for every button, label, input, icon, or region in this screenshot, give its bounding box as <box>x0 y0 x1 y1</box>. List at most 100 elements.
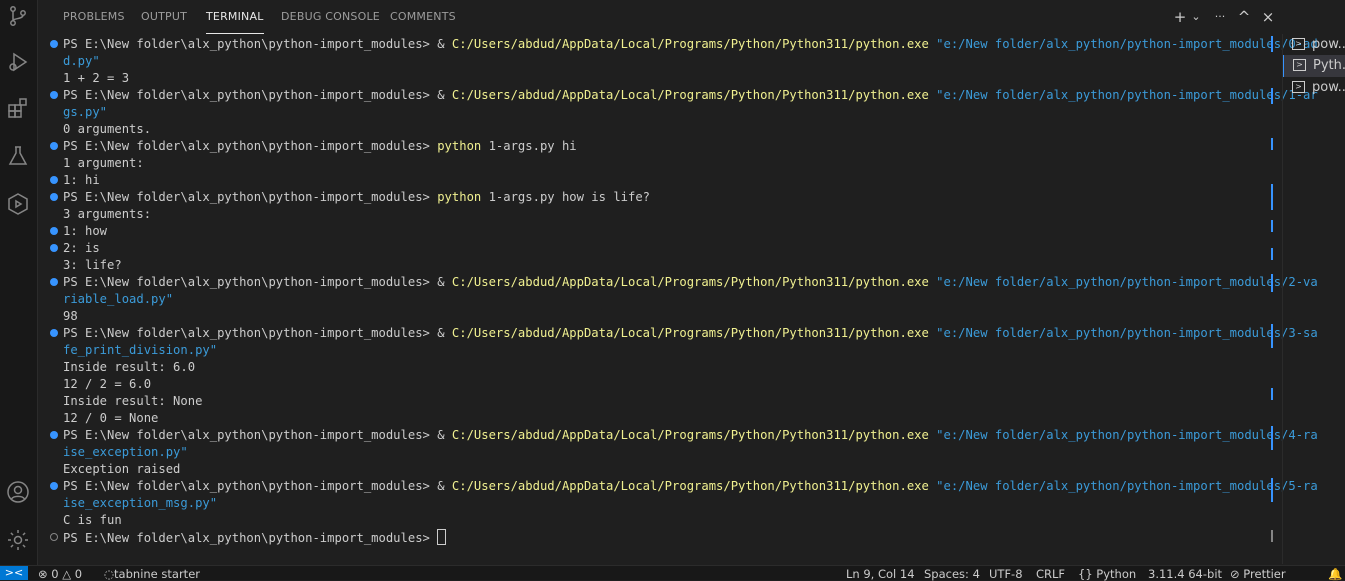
status-bar: >< ⊗ 0 △ 0 ◌tabnine starter Ln 9, Col 14… <box>0 565 1345 581</box>
extensions-icon[interactable] <box>6 96 30 120</box>
terminal-text: python <box>437 139 482 153</box>
terminal-text: 1-args.py hi <box>481 139 577 153</box>
command-decoration-icon[interactable] <box>50 329 58 337</box>
terminal-line: C is fun <box>63 512 122 529</box>
tab-output[interactable]: OUTPUT <box>141 10 187 34</box>
more-actions-icon[interactable]: ··· <box>1210 7 1230 27</box>
terminal-line: 1: hi <box>63 172 100 189</box>
command-decoration-icon[interactable] <box>50 176 58 184</box>
account-icon[interactable] <box>6 480 30 504</box>
terminal-text: PS E:\New folder\alx_python\python-impor… <box>63 37 452 51</box>
terminal-text: PS E:\New folder\alx_python\python-impor… <box>63 275 452 289</box>
command-decoration-icon[interactable] <box>50 91 58 99</box>
terminal-text: C:/Users/abdud/AppData/Local/Programs/Py… <box>451 479 929 493</box>
ruler-mark <box>1271 324 1273 348</box>
tab-problems[interactable]: PROBLEMS <box>63 10 125 34</box>
run-debug-icon[interactable] <box>6 50 30 74</box>
command-decoration-icon[interactable] <box>50 142 58 150</box>
terminal-text: fe_print_division.py" <box>63 343 218 357</box>
terminal-text: PS E:\New folder\alx_python\python-impor… <box>63 139 438 153</box>
command-decoration-icon[interactable] <box>50 533 58 541</box>
terminal-line: PS E:\New folder\alx_python\python-impor… <box>63 87 1318 104</box>
ruler-mark <box>1271 220 1273 232</box>
terminal-line: PS E:\New folder\alx_python\python-impor… <box>63 325 1318 342</box>
terminal-line: PS E:\New folder\alx_python\python-impor… <box>63 36 1318 53</box>
terminal-tab-python[interactable]: > Pyth... <box>1283 55 1345 77</box>
terminal-line: 1: how <box>63 223 107 240</box>
terminal-tab-powershell-2[interactable]: > pow... <box>1283 77 1345 99</box>
tab-debug-console[interactable]: DEBUG CONSOLE <box>281 10 380 34</box>
terminal-line: PS E:\New folder\alx_python\python-impor… <box>63 189 650 206</box>
terminal-text: C:/Users/abdud/AppData/Local/Programs/Py… <box>451 275 929 289</box>
terminal-tab-list: > pow... > Pyth... > pow... <box>1282 34 1345 564</box>
terminal-line: fe_print_division.py" <box>63 342 217 359</box>
terminal-text: C:/Users/abdud/AppData/Local/Programs/Py… <box>451 88 929 102</box>
terminal-output[interactable]: PS E:\New folder\alx_python\python-impor… <box>38 34 1318 564</box>
terminal-line: Inside result: None <box>63 393 202 410</box>
terminal-text: "e:/New folder/alx_python/python-import_… <box>936 479 1318 493</box>
source-control-icon[interactable] <box>6 4 30 28</box>
terminal-prompt-icon: > <box>1292 38 1305 50</box>
terminal-line: 12 / 0 = None <box>63 410 158 427</box>
command-decoration-icon[interactable] <box>50 482 58 490</box>
remote-indicator-icon[interactable]: >< <box>0 566 28 580</box>
terminal-line: Inside result: 6.0 <box>63 359 195 376</box>
tab-terminal[interactable]: TERMINAL <box>206 10 264 34</box>
terminal-cursor <box>437 529 447 545</box>
ruler-mark <box>1271 36 1273 52</box>
terminal-line: ise_exception.py" <box>63 444 188 461</box>
terminal-text: "e:/New folder/alx_python/python-import_… <box>936 88 1318 102</box>
command-decoration-icon[interactable] <box>50 244 58 252</box>
terminal-text: PS E:\New folder\alx_python\python-impor… <box>63 428 452 442</box>
terminal-line: 98 <box>63 308 78 325</box>
terminal-text: 98 <box>63 309 78 323</box>
command-decoration-icon[interactable] <box>50 227 58 235</box>
remote-explorer-icon[interactable] <box>6 192 30 216</box>
terminal-text: PS E:\New folder\alx_python\python-impor… <box>63 88 452 102</box>
terminal-line: PS E:\New folder\alx_python\python-impor… <box>63 529 447 546</box>
terminal-line: d.py" <box>63 53 100 70</box>
terminal-text: gs.py" <box>63 105 108 119</box>
tab-comments[interactable]: COMMENTS <box>390 10 456 34</box>
terminal-text: Inside result: None <box>63 394 203 408</box>
terminal-text: "e:/New folder/alx_python/python-import_… <box>936 275 1318 289</box>
terminal-text: 1: how <box>63 224 108 238</box>
terminal-line: PS E:\New folder\alx_python\python-impor… <box>63 138 577 155</box>
command-decoration-icon[interactable] <box>50 40 58 48</box>
terminal-text: 12 / 2 = 6.0 <box>63 377 152 391</box>
terminal-overview-ruler <box>1271 34 1274 564</box>
terminal-line: 1 argument: <box>63 155 144 172</box>
terminal-text: d.py" <box>63 54 100 68</box>
terminal-line: 0 arguments. <box>63 121 151 138</box>
close-panel-icon[interactable]: × <box>1258 7 1278 27</box>
terminal-line: 3 arguments: <box>63 206 151 223</box>
testing-flask-icon[interactable] <box>6 144 30 168</box>
activity-bar <box>0 0 38 565</box>
chevron-down-icon[interactable]: ⌄ <box>1186 7 1206 27</box>
terminal-text: ise_exception_msg.py" <box>63 496 218 510</box>
terminal-text: 1 argument: <box>63 156 144 170</box>
command-decoration-icon[interactable] <box>50 431 58 439</box>
ruler-mark <box>1271 184 1273 210</box>
terminal-line: 12 / 2 = 6.0 <box>63 376 151 393</box>
terminal-line: Exception raised <box>63 461 180 478</box>
terminal-text: C:/Users/abdud/AppData/Local/Programs/Py… <box>451 326 929 340</box>
terminal-text: 3 arguments: <box>63 207 152 221</box>
terminal-text: 3: life? <box>63 258 122 272</box>
ruler-mark <box>1271 426 1273 450</box>
command-decoration-icon[interactable] <box>50 278 58 286</box>
terminal-tab-powershell-1[interactable]: > pow... <box>1283 34 1345 56</box>
ruler-mark <box>1271 138 1273 150</box>
terminal-line: 2: is <box>63 240 100 257</box>
terminal-text: 1: hi <box>63 173 100 187</box>
settings-gear-icon[interactable] <box>6 528 30 552</box>
terminal-text: C:/Users/abdud/AppData/Local/Programs/Py… <box>451 37 929 51</box>
command-decoration-icon[interactable] <box>50 193 58 201</box>
terminal-text: python <box>437 190 482 204</box>
terminal-text: 12 / 0 = None <box>63 411 159 425</box>
terminal-text: 1 + 2 = 3 <box>63 71 130 85</box>
maximize-panel-icon[interactable]: ^ <box>1234 7 1254 27</box>
terminal-text: "e:/New folder/alx_python/python-import_… <box>936 37 1318 51</box>
terminal-line: 3: life? <box>63 257 122 274</box>
terminal-text: "e:/New folder/alx_python/python-import_… <box>936 326 1318 340</box>
